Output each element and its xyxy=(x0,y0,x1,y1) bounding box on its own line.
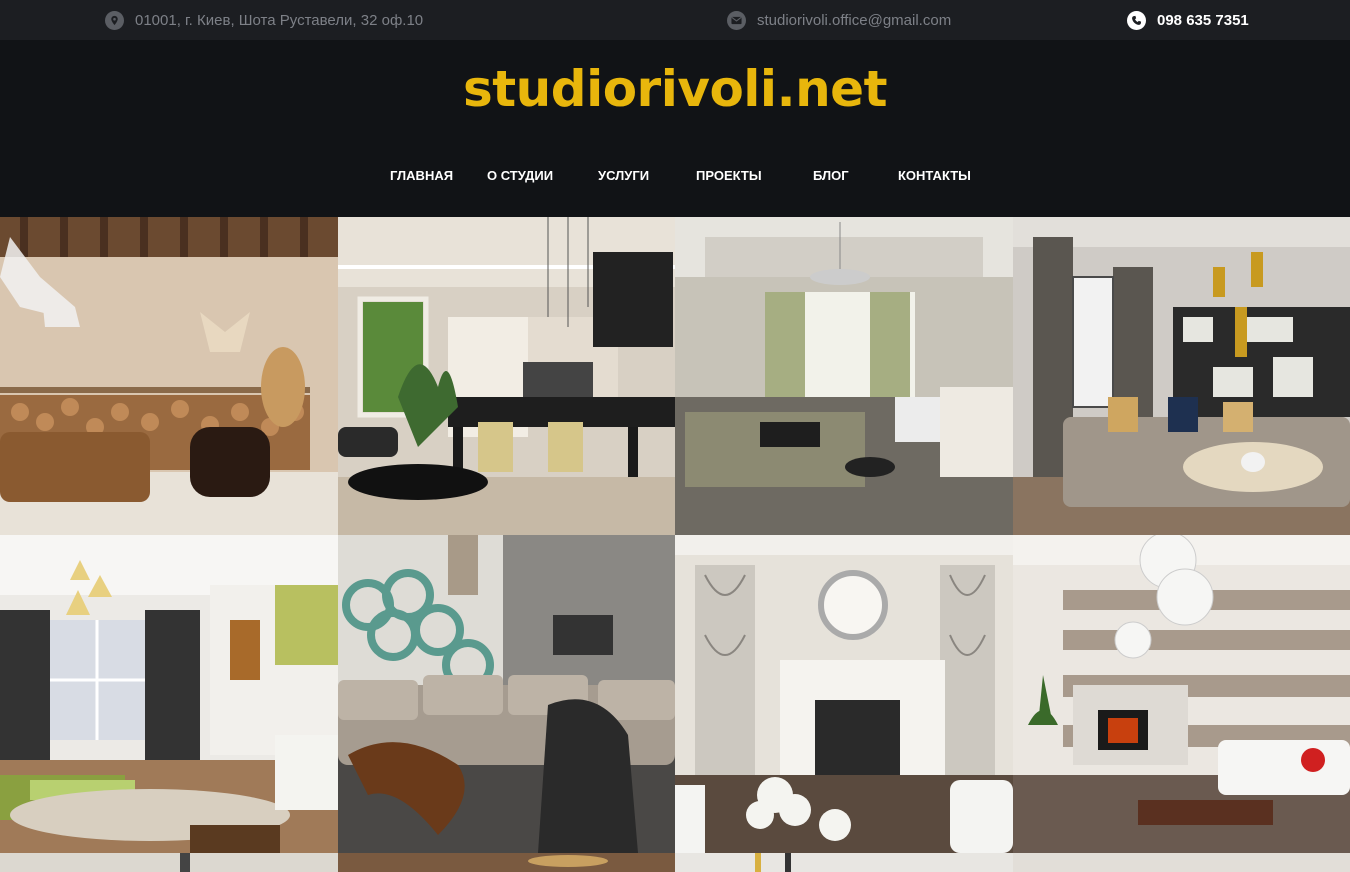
nav-item-contacts[interactable]: КОНТАКТЫ xyxy=(898,168,971,183)
white-fireplace-hall-photo[interactable] xyxy=(675,535,1013,853)
site-logo[interactable]: studiorivoli.net xyxy=(0,60,1350,118)
living-room-pendant-lamps-photo[interactable] xyxy=(1013,217,1350,535)
bright-living-room-photo[interactable] xyxy=(0,535,338,853)
classic-bedroom-photo[interactable] xyxy=(675,217,1013,535)
site-header: studiorivoli.net ГЛАВНАЯ О СТУДИИ УСЛУГИ… xyxy=(0,40,1350,217)
email-item[interactable]: studiorivoli.office@gmail.com xyxy=(727,0,951,40)
partial-photo-3[interactable] xyxy=(675,853,1013,872)
nav-item-services[interactable]: УСЛУГИ xyxy=(598,168,649,183)
location-pin-icon xyxy=(105,10,124,30)
rustic-living-room-photo[interactable] xyxy=(0,217,338,535)
phone-icon xyxy=(1127,10,1146,30)
project-gallery xyxy=(0,217,1350,872)
top-info-bar: 01001, г. Киев, Шота Руставели, 32 оф.10… xyxy=(0,0,1350,40)
nav-item-home[interactable]: ГЛАВНАЯ xyxy=(390,168,453,183)
nav-item-about[interactable]: О СТУДИИ xyxy=(487,168,553,183)
email-link[interactable]: studiorivoli.office@gmail.com xyxy=(757,12,951,29)
address-text: 01001, г. Киев, Шота Руставели, 32 оф.10 xyxy=(135,11,424,29)
partial-photo-1[interactable] xyxy=(0,853,338,872)
phone-item[interactable]: 098 635 7351 xyxy=(1127,0,1249,40)
lounge-sofa-shelves-photo[interactable] xyxy=(338,535,675,853)
nav-item-projects[interactable]: ПРОЕКТЫ xyxy=(696,168,762,183)
phone-number[interactable]: 098 635 7351 xyxy=(1157,12,1249,29)
modern-kitchen-dining-photo[interactable] xyxy=(338,217,675,535)
nav-item-blog[interactable]: БЛОГ xyxy=(813,168,849,183)
partial-photo-4[interactable] xyxy=(1013,853,1350,872)
main-nav: ГЛАВНАЯ О СТУДИИ УСЛУГИ ПРОЕКТЫ БЛОГ КОН… xyxy=(0,168,1350,188)
envelope-icon xyxy=(727,10,746,30)
partial-photo-2[interactable] xyxy=(338,853,675,872)
striped-wall-living-room-photo[interactable] xyxy=(1013,535,1350,853)
address-item: 01001, г. Киев, Шота Руставели, 32 оф.10 xyxy=(105,0,423,40)
